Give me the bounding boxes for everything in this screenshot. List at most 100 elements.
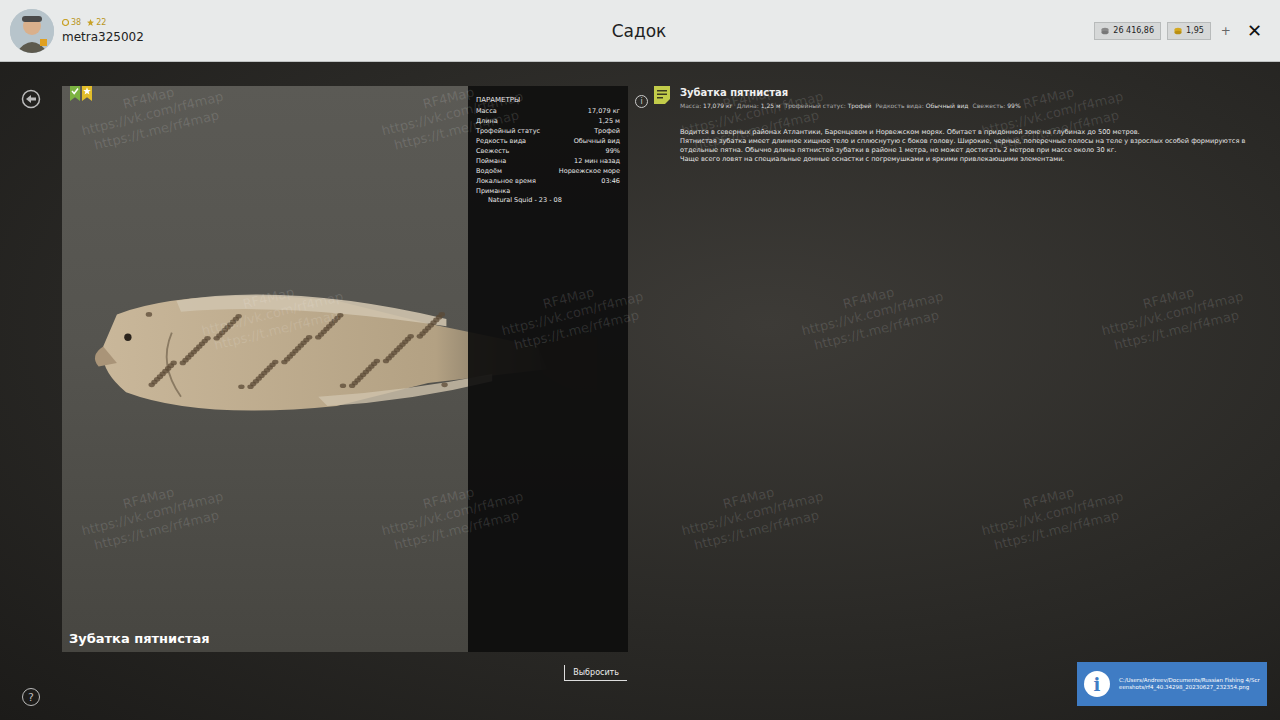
screenshot-notification[interactable]: iC:/Users/Andreev/Documents/Russian Fish… <box>1077 662 1267 706</box>
watermark-line: https://t.me/rf4map <box>984 505 1129 556</box>
fish-title: Зубатка пятнистая <box>680 87 1250 98</box>
fish-meta: Масса: 17,079 кгДлина: 1,25 мТрофейный с… <box>680 102 1250 109</box>
user-info: 3822metra325002 <box>62 18 144 44</box>
level: 38 <box>62 18 81 27</box>
help-button[interactable]: ? <box>22 688 40 706</box>
watermark: RF4Maphttps://vk.com/rf4maphttps://t.me/… <box>676 473 829 555</box>
meta-item: Редкость вида: Обычный вид <box>876 102 969 109</box>
watermark-line: RF4Map <box>76 473 221 524</box>
watermark: RF4Maphttps://vk.com/rf4maphttps://t.me/… <box>796 273 949 355</box>
watermark: RF4Maphttps://vk.com/rf4maphttps://t.me/… <box>76 73 229 155</box>
meta-value: Трофей <box>848 102 872 109</box>
badge <box>70 86 80 101</box>
meta-label: Редкость вида: <box>876 102 924 109</box>
silver-coin-icon <box>1101 27 1109 35</box>
watermark-line: RF4Map <box>676 473 821 524</box>
watermark-line: https://vk.com/rf4map <box>980 489 1125 540</box>
watermark-line: https://t.me/rf4map <box>804 305 949 356</box>
stars: 22 <box>87 18 106 27</box>
badge <box>82 86 92 101</box>
meta-label: Трофейный статус: <box>785 102 846 109</box>
parameter-label: Редкость вида <box>476 137 526 146</box>
watermark-line: https://t.me/rf4map <box>84 505 229 556</box>
watermark-line: https://vk.com/rf4map <box>200 289 345 340</box>
add-gold-button[interactable]: + <box>1217 24 1235 38</box>
avatar[interactable] <box>10 9 54 53</box>
fish-picture: Зубатка пятнистая <box>62 86 468 652</box>
watermark: RF4Maphttps://vk.com/rf4maphttps://t.me/… <box>1096 273 1249 355</box>
watermark-line: https://vk.com/rf4map <box>1100 289 1245 340</box>
meta-label: Длина: <box>737 102 759 109</box>
parameters-title: ПАРАМЕТРЫ <box>476 96 620 104</box>
watermark-line: https://t.me/rf4map <box>684 505 829 556</box>
user-stats: 38 22 <box>62 18 144 27</box>
watermark: RF4Maphttps://vk.com/rf4maphttps://t.me/… <box>976 73 1129 155</box>
gold-balance: 1,95 <box>1167 22 1211 40</box>
main-area: Зубатка пятнистая ПАРАМЕТРЫ Масса 17,079 кг… <box>0 62 1280 720</box>
description-paragraph: Пятнистая зубатка имеет длинное хищное т… <box>680 137 1250 155</box>
fish-info: Зубатка пятнистаяМасса: 17,079 кгДлина: … <box>680 86 1250 720</box>
meta-value: Обычный вид <box>926 102 969 109</box>
watermark-line: https://vk.com/rf4map <box>80 89 225 140</box>
star-icon <box>87 19 94 26</box>
meta-value: 1,25 м <box>761 102 781 109</box>
info-column: Зубатка пятнистаяМасса: 17,079 кгДлина: … <box>628 86 1280 720</box>
meta-item: Трофейный статус: Трофей <box>785 102 872 109</box>
badge-list <box>70 86 92 101</box>
parameter-value: 99% <box>606 147 620 156</box>
star-icon <box>83 87 91 95</box>
watermark: RF4Maphttps://vk.com/rf4maphttps://t.me/… <box>676 73 829 155</box>
watermark-line: https://vk.com/rf4map <box>680 489 825 540</box>
parameter-row: ВодоёмНорвежское море <box>476 167 620 176</box>
watermark-line: RF4Map <box>676 73 821 124</box>
parameter-value: Трофей <box>594 127 620 136</box>
watermark: RF4Maphttps://vk.com/rf4maphttps://t.me/… <box>76 473 229 555</box>
parameter-row: Трофейный статус Трофей <box>476 127 620 136</box>
watermark-line: RF4Map <box>1096 273 1241 324</box>
watermark-line: https://t.me/rf4map <box>1104 305 1249 356</box>
avatar-icon <box>10 9 54 53</box>
parameter-label: Поймана <box>476 157 506 166</box>
user-panel: 3822metra325002 <box>10 9 410 53</box>
bait-label: Приманка <box>476 187 620 195</box>
level-value: 38 <box>71 18 81 27</box>
watermark-line: https://t.me/rf4map <box>204 305 349 356</box>
top-bar: 3822metra325002Садок26 416,861,95+✕ <box>0 0 1280 62</box>
close-button[interactable]: ✕ <box>1241 20 1268 41</box>
info-button[interactable]: i <box>635 95 648 108</box>
watermark-line: https://t.me/rf4map <box>684 105 829 156</box>
parameter-label: Трофейный статус <box>476 127 540 136</box>
gold-value: 1,95 <box>1186 26 1204 35</box>
parameter-label: Длина <box>476 117 498 126</box>
watermark-line: RF4Map <box>976 473 1121 524</box>
notification-text: C:/Users/Andreev/Documents/Russian Fishi… <box>1117 673 1267 695</box>
watermark-line: RF4Map <box>796 273 941 324</box>
parameter-label: Масса <box>476 107 497 116</box>
level-icon <box>62 19 69 26</box>
silver-value: 26 416,86 <box>1113 26 1154 35</box>
watermark-line: RF4Map <box>76 73 221 124</box>
bait-value: Natural Squid - 23 - 08 <box>476 196 620 204</box>
parameter-row: Редкость видаОбычный вид <box>476 137 620 146</box>
watermark-line: https://t.me/rf4map <box>84 105 229 156</box>
parameter-row: Локальное время 03:46 <box>476 177 620 186</box>
parameter-value: 17,079 кг <box>588 107 620 116</box>
parameters-panel: ПАРАМЕТРЫ Масса 17,079 кгДлина1,25 мТрофей… <box>468 86 628 652</box>
parameter-row: Свежесть99% <box>476 147 620 156</box>
check-icon <box>71 87 79 95</box>
fish-caption: Зубатка пятнистая <box>69 631 210 646</box>
back-icon <box>21 89 41 109</box>
silver-balance: 26 416,86 <box>1094 22 1161 40</box>
watermark-line: https://vk.com/rf4map <box>800 289 945 340</box>
meta-item: Длина: 1,25 м <box>737 102 781 109</box>
notification-icon-wrap: i <box>1077 671 1117 697</box>
note-wrap <box>652 86 670 720</box>
parameter-value: 03:46 <box>601 177 620 186</box>
parameter-row: Длина1,25 м <box>476 117 620 126</box>
meta-value: 99% <box>1007 102 1020 109</box>
parameter-label: Локальное время <box>476 177 536 186</box>
description-paragraph: Чаще всего ловят на специальные донные о… <box>680 155 1250 164</box>
discard-button[interactable]: Выбросить <box>564 665 627 681</box>
watermark-line: https://vk.com/rf4map <box>80 489 225 540</box>
back-button[interactable] <box>21 89 41 720</box>
